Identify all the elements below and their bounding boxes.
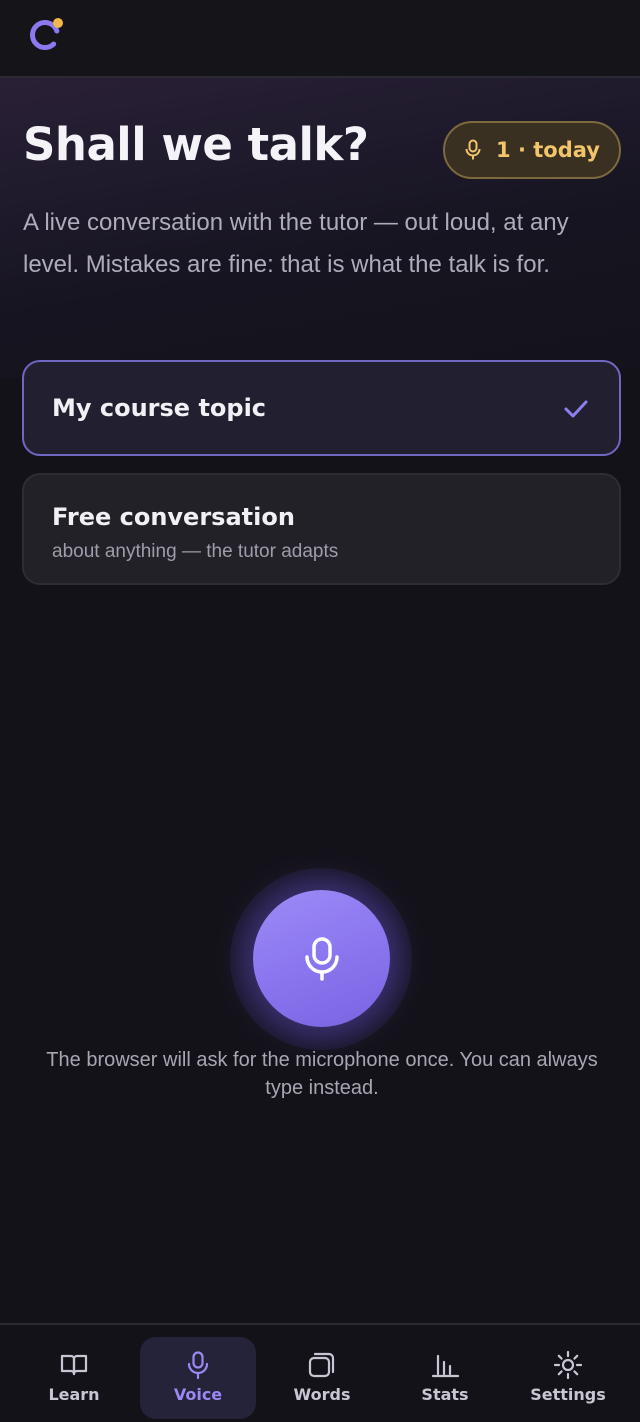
page-title: Shall we talk? — [23, 118, 369, 171]
voice-screen: Shall we talk? 1 · today A live conversa… — [0, 0, 640, 1422]
option-free-conversation[interactable]: Free conversation about anything — the t… — [22, 473, 621, 585]
microphone-icon — [304, 936, 339, 981]
nav-item-words[interactable]: Words — [264, 1337, 380, 1419]
badge-text: 1 · today — [496, 138, 600, 162]
microphone-icon — [465, 139, 481, 160]
nav-label: Learn — [48, 1385, 100, 1404]
bar-chart-icon — [431, 1354, 460, 1378]
nav-label: Words — [293, 1385, 351, 1404]
intro-text: A live conversation with the tutor — out… — [23, 209, 569, 278]
nav-label: Settings — [530, 1385, 606, 1404]
option-title: Free conversation — [52, 503, 295, 531]
nav-item-learn[interactable]: Learn — [16, 1337, 132, 1419]
start-voice-button[interactable] — [253, 890, 390, 1027]
cards-icon — [308, 1352, 335, 1378]
nav-item-voice[interactable]: Voice — [140, 1337, 256, 1419]
option-course-topic[interactable]: My course topic — [22, 360, 621, 456]
book-icon — [60, 1354, 88, 1376]
option-title: My course topic — [52, 394, 267, 422]
microphone-icon — [187, 1351, 209, 1380]
check-icon — [564, 400, 588, 418]
nav-item-settings[interactable]: Settings — [510, 1337, 626, 1419]
bottom-navigation: Learn Voice Words Stats Settings — [0, 1323, 640, 1422]
gear-icon — [553, 1350, 583, 1380]
nav-label: Stats — [421, 1385, 469, 1404]
daily-sessions-badge: 1 · today — [443, 121, 621, 179]
top-bar — [0, 0, 640, 78]
option-subtitle: about anything — the tutor adapts — [52, 541, 339, 562]
microphone-hint: The browser will ask for the microphone … — [46, 1049, 598, 1099]
nav-label: Voice — [173, 1385, 223, 1404]
app-logo-icon[interactable] — [26, 14, 68, 56]
nav-item-stats[interactable]: Stats — [387, 1337, 503, 1419]
